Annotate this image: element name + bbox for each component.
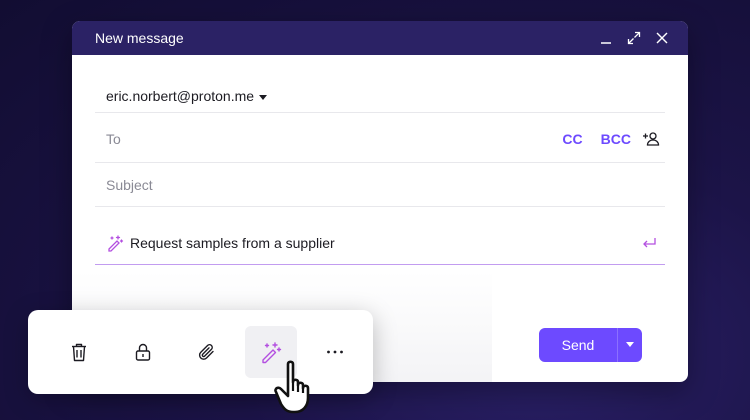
- minimize-icon: [601, 42, 611, 44]
- send-button[interactable]: Send: [539, 328, 617, 362]
- minimize-button[interactable]: [592, 26, 620, 50]
- caret-down-icon: [259, 88, 268, 104]
- trash-icon: [72, 343, 86, 362]
- enter-icon: [643, 237, 656, 247]
- add-contact-button[interactable]: [641, 129, 661, 149]
- composer-titlebar: New message: [72, 21, 688, 55]
- prompt-text: Request samples from a supplier: [130, 234, 335, 251]
- expand-icon: [627, 31, 641, 45]
- paperclip-icon: [198, 344, 214, 360]
- attach-button[interactable]: [181, 326, 233, 378]
- caret-down-icon: [626, 342, 634, 347]
- to-label: To: [106, 130, 121, 147]
- send-options-button[interactable]: [618, 328, 642, 362]
- assistant-prompt-field[interactable]: Request samples from a supplier: [95, 221, 665, 265]
- from-address: eric.norbert@proton.me: [106, 87, 255, 104]
- send-group: Send: [539, 328, 642, 362]
- maximize-button[interactable]: [620, 26, 648, 50]
- lock-icon: [135, 343, 151, 361]
- close-button[interactable]: [648, 26, 676, 50]
- close-icon: [656, 32, 668, 44]
- delete-button[interactable]: [53, 326, 105, 378]
- hand-cursor-icon: [274, 360, 310, 414]
- subject-label: Subject: [106, 177, 153, 193]
- bcc-button[interactable]: BCC: [601, 131, 631, 147]
- encrypt-button[interactable]: [117, 326, 169, 378]
- add-contact-icon: [643, 131, 660, 146]
- enter-button[interactable]: [639, 233, 659, 253]
- subject-field[interactable]: Subject: [95, 164, 665, 207]
- to-field[interactable]: To CC BCC: [95, 115, 665, 163]
- cc-button[interactable]: CC: [562, 131, 582, 147]
- sparkle-pen-icon: [106, 234, 124, 252]
- from-selector[interactable]: eric.norbert@proton.me: [95, 79, 665, 113]
- composer-title: New message: [95, 30, 184, 46]
